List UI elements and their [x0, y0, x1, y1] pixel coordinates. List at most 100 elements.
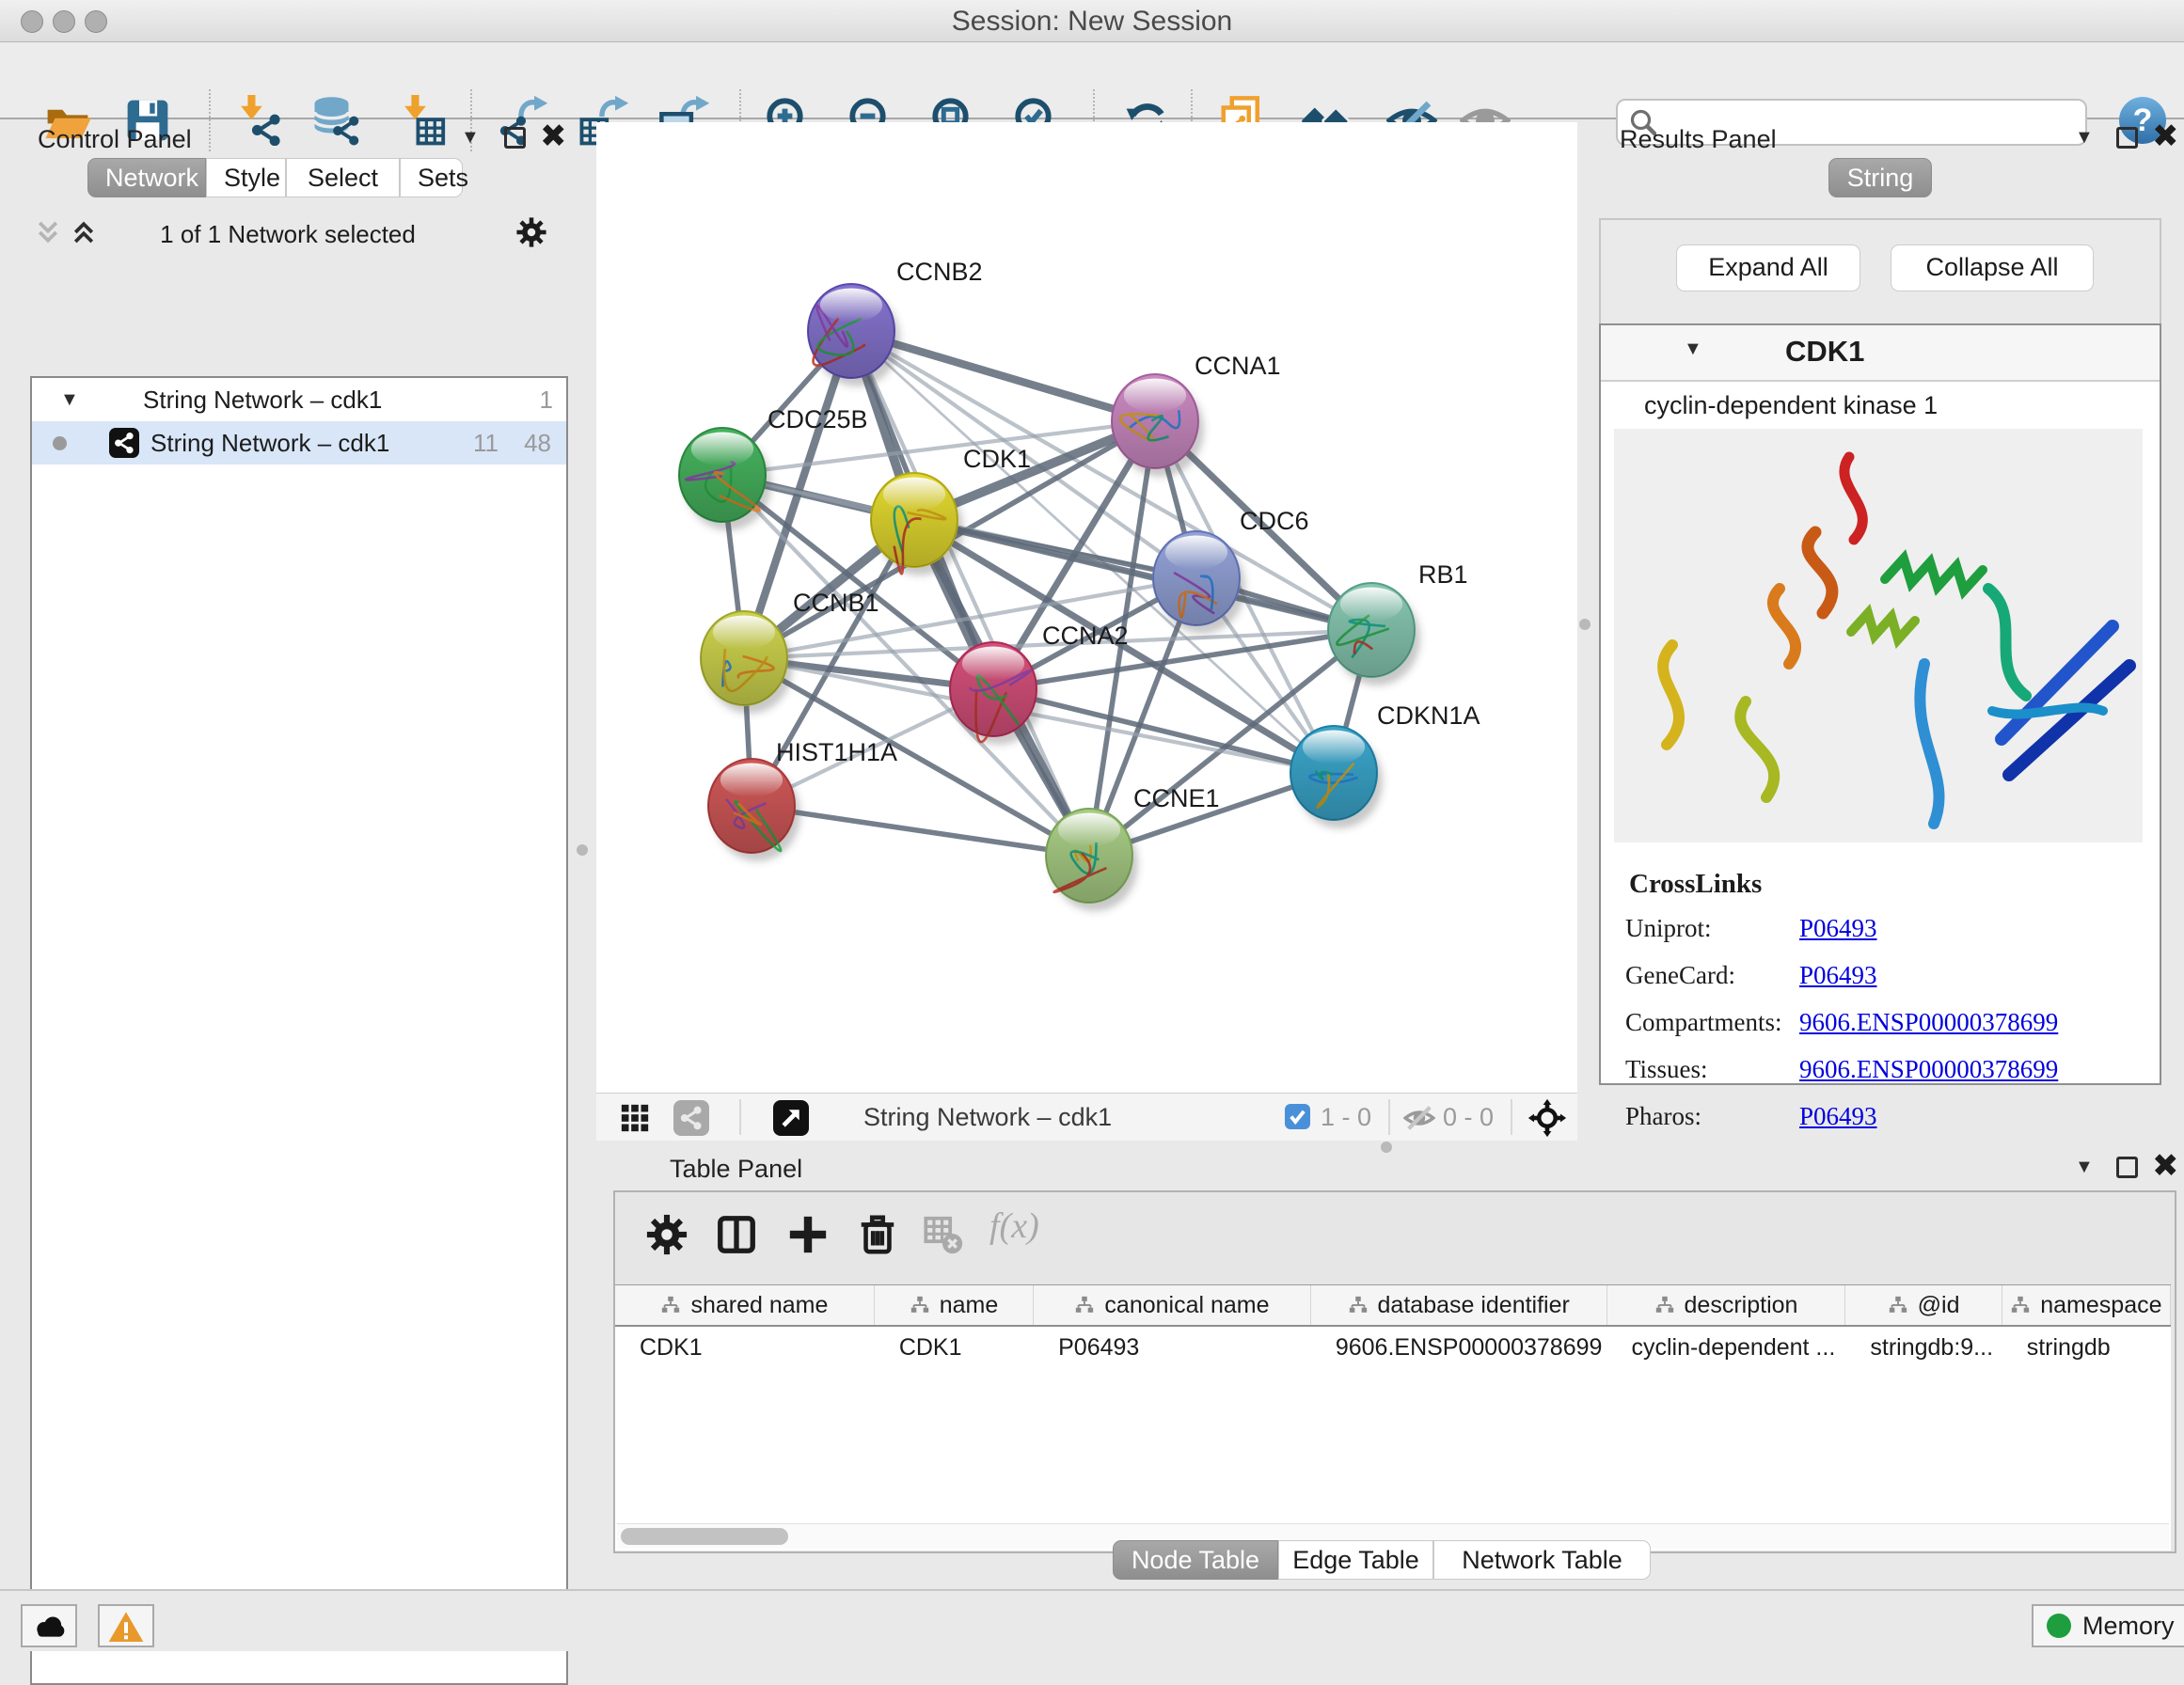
crosslink-label: Uniprot:: [1625, 914, 1799, 943]
network-collection-row[interactable]: ▼ String Network – cdk1 1: [32, 378, 566, 421]
selected-checkbox-icon[interactable]: [1285, 1104, 1310, 1129]
function-builder-icon: f(x): [989, 1205, 1074, 1249]
warning-button[interactable]: [98, 1604, 154, 1647]
results-panel-menu-icon[interactable]: ▼: [2075, 127, 2094, 149]
network-node-RB1[interactable]: [1328, 583, 1420, 685]
column-header-label: @id: [1918, 1292, 1960, 1319]
column-header-name[interactable]: name: [875, 1285, 1034, 1325]
table-cell[interactable]: cyclin-dependent ...: [1606, 1327, 1845, 1368]
network-node-CDK1[interactable]: [871, 473, 963, 575]
collection-expand-icon[interactable]: ▼: [60, 378, 79, 421]
table-panel-menu-icon[interactable]: ▼: [2075, 1157, 2094, 1178]
network-node-CCNA2[interactable]: [950, 642, 1042, 745]
crosslink-link[interactable]: P06493: [1799, 961, 1877, 989]
scrollbar-thumb[interactable]: [621, 1528, 788, 1545]
network-node-CCNE1[interactable]: [1046, 809, 1138, 911]
network-edge[interactable]: [752, 806, 1089, 856]
results-panel-close-icon[interactable]: ✖: [2152, 126, 2179, 147]
table-cell[interactable]: 9606.ENSP00000378699: [1311, 1327, 1607, 1368]
column-header-sharedname[interactable]: shared name: [615, 1285, 875, 1325]
toolbar-separator: [1511, 1099, 1512, 1135]
network-canvas[interactable]: CCNB2CCNA1CDC25BCDK1CDC6RB1CCNB1CCNA2CDK…: [596, 122, 1577, 1093]
cloud-icon: [30, 1609, 68, 1646]
table-cell[interactable]: stringdb: [2002, 1327, 2171, 1368]
add-column-icon[interactable]: [786, 1213, 830, 1256]
network-node-CDKN1A[interactable]: [1290, 726, 1383, 828]
crosslink-link[interactable]: 9606.ENSP00000378699: [1799, 1055, 2058, 1083]
table-cell[interactable]: stringdb:9...: [1845, 1327, 2002, 1368]
network-thumbnail-icon[interactable]: [673, 1100, 709, 1136]
crosslink-label: Pharos:: [1625, 1102, 1799, 1131]
table-cell[interactable]: P06493: [1034, 1327, 1311, 1368]
results-panel-float-icon[interactable]: [2116, 127, 2138, 149]
network-node-CDC25B[interactable]: [679, 428, 771, 530]
expand-all-button[interactable]: Expand All: [1676, 244, 1860, 291]
crosslink-row: Tissues:9606.ENSP00000378699: [1625, 1055, 2128, 1084]
network-list: ▼ String Network – cdk1 1 String Network…: [30, 376, 568, 1685]
column-header-databaseidentifier[interactable]: database identifier: [1311, 1285, 1607, 1325]
column-type-icon: [1654, 1295, 1675, 1315]
network-row[interactable]: String Network – cdk1 11 48: [32, 421, 566, 465]
column-header-namespace[interactable]: namespace: [2002, 1285, 2171, 1325]
column-header-canonicalname[interactable]: canonical name: [1034, 1285, 1311, 1325]
toolbar-separator: [739, 1099, 741, 1135]
node-label: CDC6: [1240, 507, 1309, 535]
crosslink-link[interactable]: P06493: [1799, 914, 1877, 942]
protein-structure-image: [1614, 429, 2143, 842]
selected-counts: 1 - 0: [1321, 1103, 1371, 1132]
network-node-CDC6[interactable]: [1153, 531, 1245, 634]
column-header-id[interactable]: @id: [1845, 1285, 2002, 1325]
network-options-gear-icon[interactable]: [515, 216, 547, 248]
node-label: CCNA2: [1042, 622, 1129, 650]
tab-network-table[interactable]: Network Table: [1433, 1540, 1651, 1580]
network-edge-count: 48: [524, 421, 551, 465]
table-row[interactable]: CDK1CDK1P064939606.ENSP00000378699cyclin…: [615, 1327, 2171, 1368]
memory-button[interactable]: Memory: [2032, 1604, 2184, 1647]
network-edge[interactable]: [914, 520, 1371, 630]
gene-collapse-icon[interactable]: ▼: [1684, 339, 1702, 360]
crosslink-row: Compartments:9606.ENSP00000378699: [1625, 1008, 2128, 1037]
crosslink-link[interactable]: P06493: [1799, 1102, 1877, 1130]
control-panel-menu-icon[interactable]: ▼: [461, 127, 480, 149]
collapse-all-button[interactable]: Collapse All: [1891, 244, 2094, 291]
network-view-toolbar: String Network – cdk1 1 - 0 0 - 0: [596, 1093, 1577, 1141]
column-header-description[interactable]: description: [1607, 1285, 1846, 1325]
network-node-CCNA1[interactable]: [1112, 374, 1204, 477]
delete-column-trash-icon[interactable]: [856, 1213, 899, 1256]
tab-string[interactable]: String: [1828, 158, 1932, 197]
network-node-HIST1H1A[interactable]: [708, 759, 800, 861]
column-header-label: namespace: [2040, 1292, 2161, 1319]
control-panel: Control Panel ▼ ✖ NetworkStyleSelectSets…: [11, 122, 564, 1587]
main-toolbar: ?: [0, 42, 2184, 119]
tab-node-table[interactable]: Node Table: [1113, 1540, 1278, 1580]
show-columns-icon[interactable]: [715, 1213, 758, 1256]
crosslink-link[interactable]: 9606.ENSP00000378699: [1799, 1008, 2058, 1036]
grid-view-icon[interactable]: [619, 1102, 651, 1134]
table-cell[interactable]: CDK1: [615, 1327, 875, 1368]
control-panel-float-icon[interactable]: [504, 127, 526, 149]
control-panel-close-icon[interactable]: ✖: [540, 126, 567, 147]
network-node-CCNB2[interactable]: [808, 284, 900, 386]
table-cell[interactable]: CDK1: [875, 1327, 1034, 1368]
cloud-button[interactable]: [21, 1604, 77, 1647]
gene-description: cyclin-dependent kinase 1: [1644, 391, 1938, 420]
crosslink-row: Uniprot:P06493: [1625, 914, 2128, 943]
tab-style[interactable]: Style: [206, 158, 286, 197]
table-settings-gear-icon[interactable]: [645, 1213, 688, 1256]
tab-edge-table[interactable]: Edge Table: [1278, 1540, 1433, 1580]
network-name: String Network – cdk1: [150, 421, 389, 465]
collection-count: 1: [540, 378, 553, 421]
vertical-splitter-handle[interactable]: [577, 844, 588, 856]
table-panel-close-icon[interactable]: ✖: [2152, 1156, 2179, 1176]
open-in-window-icon[interactable]: [773, 1100, 809, 1136]
gene-details-box: ▼ CDK1 cyclin-dependent kinase 1 CrossLi…: [1599, 323, 2161, 1085]
crosslink-label: Tissues:: [1625, 1055, 1799, 1084]
tab-network[interactable]: Network: [87, 158, 206, 197]
tab-select[interactable]: Select: [286, 158, 400, 197]
tab-sets[interactable]: Sets: [400, 158, 463, 197]
node-table: shared namenamecanonical namedatabase id…: [615, 1284, 2171, 1551]
gene-header[interactable]: ▼ CDK1: [1601, 325, 2160, 382]
table-panel-float-icon[interactable]: [2116, 1157, 2138, 1178]
navigator-crosshair-icon[interactable]: [1527, 1098, 1567, 1138]
string-network-icon: [109, 428, 139, 458]
